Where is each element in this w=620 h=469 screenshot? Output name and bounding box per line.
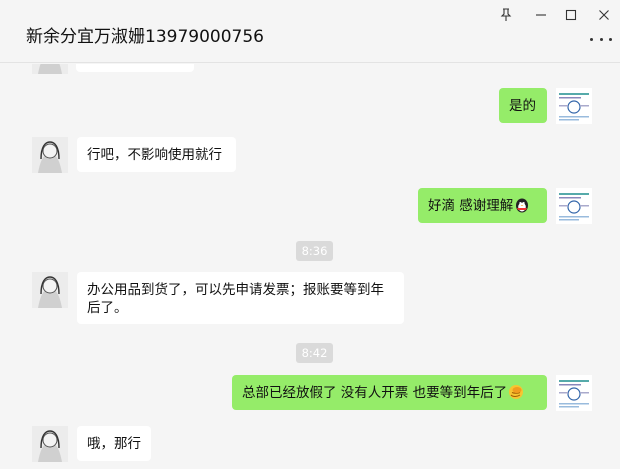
minimize-icon[interactable] bbox=[529, 5, 553, 25]
contact-avatar[interactable] bbox=[32, 64, 68, 74]
facepalm-emoji-icon bbox=[508, 384, 524, 400]
my-avatar[interactable] bbox=[556, 188, 592, 224]
pin-icon[interactable] bbox=[494, 5, 518, 25]
message-text: 总部已经放假了 没有人开票 也要等到年后了 bbox=[242, 385, 508, 401]
chat-title: 新余分宜万淑姗13979000756 bbox=[26, 27, 264, 47]
message-text-line: 办公用品到货了，可以先申请发票；报账要等到年 bbox=[87, 282, 384, 298]
message-bubble-in[interactable]: 行吧，不影响使用就行 bbox=[77, 137, 236, 172]
message-bubble-partial[interactable] bbox=[76, 64, 194, 72]
penguin-emoji-icon bbox=[514, 197, 530, 213]
contact-avatar[interactable] bbox=[32, 426, 68, 462]
message-text: 行吧，不影响使用就行 bbox=[87, 147, 222, 163]
message-text: 是的 bbox=[509, 98, 536, 114]
timestamp: 8:36 bbox=[296, 241, 333, 261]
chat-history[interactable]: 是的 行吧，不影响使用就行 好滴 感谢理解 8:36 办公用品到货了，可以先申请… bbox=[0, 64, 620, 469]
message-text: 哦，那行 bbox=[87, 436, 141, 452]
more-options-icon[interactable] bbox=[590, 32, 612, 46]
my-avatar[interactable] bbox=[556, 375, 592, 411]
contact-avatar[interactable] bbox=[32, 272, 68, 308]
message-bubble-in[interactable]: 哦，那行 bbox=[77, 426, 151, 461]
timestamp: 8:42 bbox=[296, 343, 333, 363]
message-bubble-out[interactable]: 是的 bbox=[499, 88, 547, 123]
message-bubble-out[interactable]: 总部已经放假了 没有人开票 也要等到年后了 bbox=[232, 375, 547, 410]
message-bubble-out[interactable]: 好滴 感谢理解 bbox=[418, 188, 547, 223]
close-icon[interactable] bbox=[592, 5, 616, 25]
my-avatar[interactable] bbox=[556, 88, 592, 124]
message-text-line: 后了。 bbox=[87, 300, 128, 316]
contact-avatar[interactable] bbox=[32, 137, 68, 173]
message-bubble-in[interactable]: 办公用品到货了，可以先申请发票；报账要等到年 后了。 bbox=[77, 272, 404, 324]
message-text: 好滴 感谢理解 bbox=[428, 198, 514, 214]
title-bar: 新余分宜万淑姗13979000756 bbox=[0, 0, 620, 63]
maximize-icon[interactable] bbox=[559, 5, 583, 25]
